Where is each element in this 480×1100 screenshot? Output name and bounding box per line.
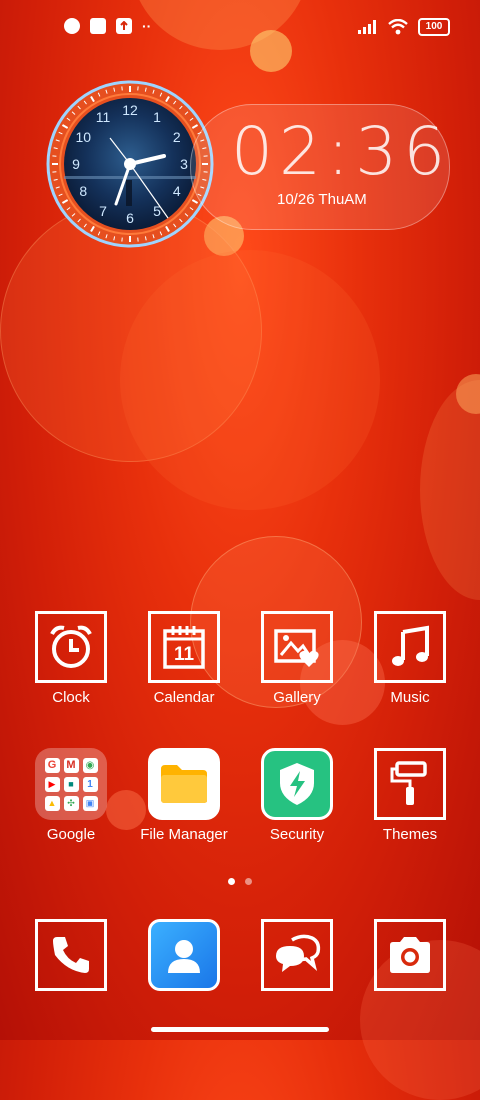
clock-number: 9 xyxy=(72,156,80,172)
clock-number: 7 xyxy=(99,203,107,219)
phone-icon xyxy=(35,919,107,991)
app-file-manager[interactable]: File Manager xyxy=(128,748,240,843)
app-label: Security xyxy=(241,826,353,843)
google-folder-icon: G M ◉ ▶ ■ 1 ▲ ✣ ▣ xyxy=(35,748,107,820)
contacts-icon xyxy=(148,919,220,991)
app-label: Google xyxy=(15,826,127,843)
app-calendar[interactable]: 11 Calendar xyxy=(128,611,240,706)
app-google-folder[interactable]: G M ◉ ▶ ■ 1 ▲ ✣ ▣ Google xyxy=(15,748,127,843)
more-notifications-icon: ·· xyxy=(142,18,151,34)
calendar-icon: 11 xyxy=(148,611,220,683)
analog-clock-widget[interactable]: 12 12 3 45 6 78 9 10 11 xyxy=(46,80,214,248)
time-display: 02:36 xyxy=(231,113,451,190)
clock-number: 2 xyxy=(173,129,181,145)
dock-contacts[interactable] xyxy=(128,919,240,991)
clock-number: 1 xyxy=(153,109,161,125)
app-label: Gallery xyxy=(241,689,353,706)
dock-camera[interactable] xyxy=(354,919,466,991)
upload-icon xyxy=(116,18,132,34)
camera-icon xyxy=(374,919,446,991)
calendar-day: 11 xyxy=(151,644,217,666)
app-themes[interactable]: Themes xyxy=(354,748,466,843)
alarm-clock-icon xyxy=(35,611,107,683)
app-label: Clock xyxy=(15,689,127,706)
digital-time-widget[interactable]: 02:36 10/26 ThuAM xyxy=(190,104,450,230)
app-gallery[interactable]: Gallery xyxy=(241,611,353,706)
wifi-icon xyxy=(388,19,408,35)
status-bar: ·· 100 xyxy=(0,0,480,56)
app-label: File Manager xyxy=(128,826,240,843)
battery-indicator: 100 xyxy=(418,18,450,36)
app-music[interactable]: Music xyxy=(354,611,466,706)
date-display: 10/26 ThuAM xyxy=(277,191,367,208)
dock-phone[interactable] xyxy=(15,919,127,991)
app-label: Themes xyxy=(354,826,466,843)
page-dot[interactable] xyxy=(245,878,252,885)
folder-icon xyxy=(148,748,220,820)
music-note-icon xyxy=(374,611,446,683)
clock-number: 11 xyxy=(96,109,111,125)
notification-app-icon xyxy=(64,18,80,34)
paint-roller-icon xyxy=(374,748,446,820)
gallery-icon xyxy=(261,611,333,683)
app-label: Calendar xyxy=(128,689,240,706)
home-indicator[interactable] xyxy=(151,1027,329,1032)
shield-icon xyxy=(261,748,333,820)
notification-square-icon xyxy=(90,18,106,34)
clock-number: 12 xyxy=(122,102,138,118)
clock-number: 4 xyxy=(173,183,181,199)
clock-number: 10 xyxy=(75,129,91,145)
app-security[interactable]: Security xyxy=(241,748,353,843)
messages-icon xyxy=(261,919,333,991)
app-label: Music xyxy=(354,689,466,706)
page-indicator xyxy=(228,878,252,885)
clock-number: 5 xyxy=(153,203,161,219)
clock-number: 8 xyxy=(79,183,87,199)
clock-number: 6 xyxy=(126,210,134,226)
signal-icon xyxy=(358,20,378,34)
clock-number: 3 xyxy=(180,156,188,172)
dock-messages[interactable] xyxy=(241,919,353,991)
page-dot-active[interactable] xyxy=(228,878,235,885)
app-clock[interactable]: Clock xyxy=(15,611,127,706)
